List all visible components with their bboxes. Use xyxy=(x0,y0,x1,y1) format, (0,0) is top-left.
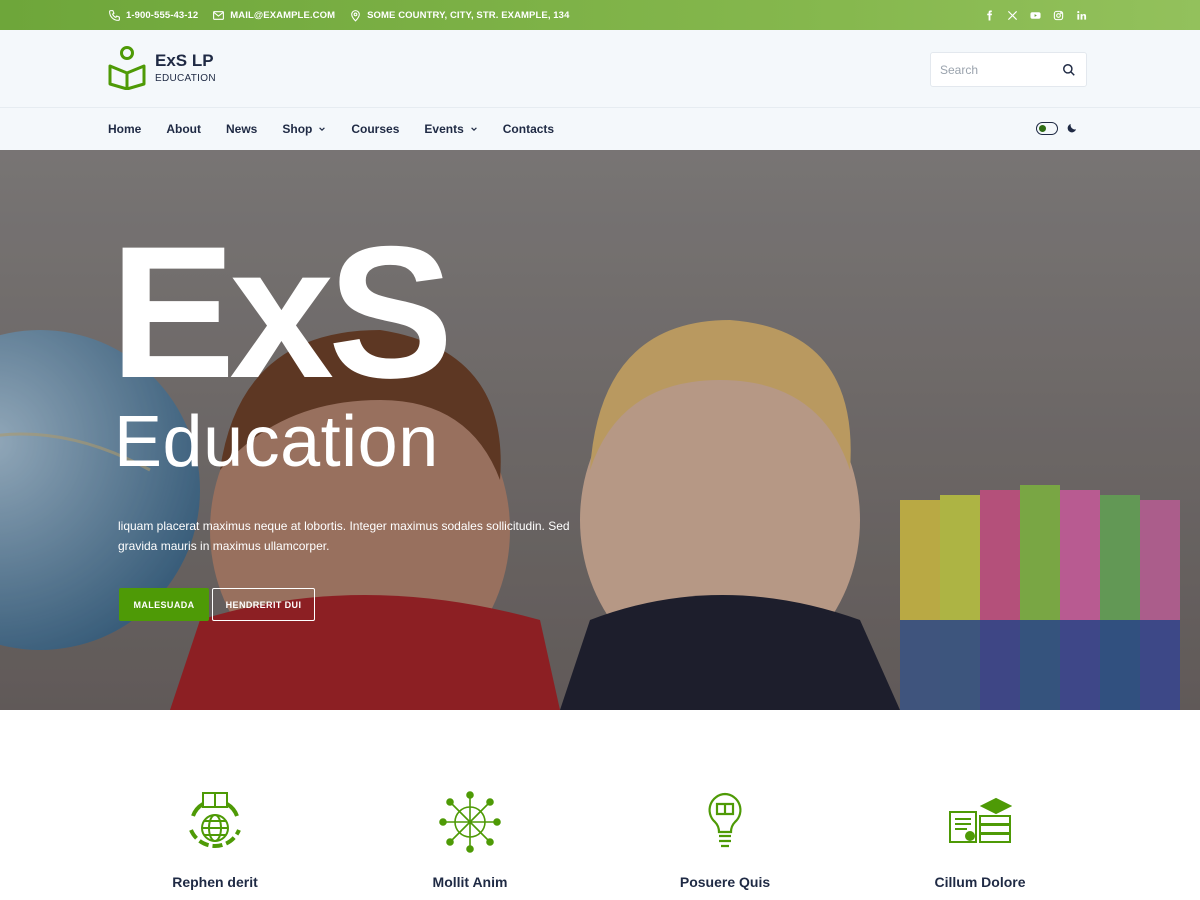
email-link[interactable]: MAIL@EXAMPLE.COM xyxy=(212,9,335,22)
globe-book-icon xyxy=(189,792,241,848)
nav-item-label: News xyxy=(226,122,258,136)
location-pin-icon xyxy=(351,9,360,22)
chevron-down-icon xyxy=(470,127,477,132)
linkedin-icon[interactable] xyxy=(1076,10,1087,21)
hero-title: ExS xyxy=(110,207,453,417)
nav-item-home[interactable]: Home xyxy=(108,122,141,136)
brand-name: ExS LP xyxy=(155,51,214,70)
logo-text: ExS LP EDUCATION xyxy=(155,51,216,85)
nav-item-about[interactable]: About xyxy=(166,122,201,136)
nav-item-label: Contacts xyxy=(502,122,555,136)
instagram-icon[interactable] xyxy=(1053,10,1064,21)
search-icon[interactable] xyxy=(1062,63,1076,77)
lightbulb-book-icon xyxy=(708,792,742,848)
reader-logo-icon xyxy=(108,46,146,90)
nav-item-news[interactable]: News xyxy=(226,122,257,136)
youtube-icon[interactable] xyxy=(1030,10,1041,21)
feature-label: Rephen derit xyxy=(172,874,258,890)
nav-item-contacts[interactable]: Contacts xyxy=(503,122,554,136)
social-links xyxy=(984,0,1087,30)
nav-item-label: Shop xyxy=(282,122,313,136)
nav-item-courses[interactable]: Courses xyxy=(351,122,399,136)
site-logo[interactable]: ExS LP EDUCATION xyxy=(108,46,216,90)
malesuada-button[interactable]: MALESUADA xyxy=(119,588,209,621)
features-section: Rephen derit Mollit Anim Posuere Quis Ci… xyxy=(0,710,1200,900)
network-icon xyxy=(439,791,501,853)
address-link[interactable]: SOME COUNTRY, CITY, STR. EXAMPLE, 134 xyxy=(349,9,569,22)
hendrerit-dui-button[interactable]: HENDRERIT DUI xyxy=(212,588,315,621)
moon-icon[interactable] xyxy=(1066,122,1078,134)
top-bar: 1-900-555-43-12 MAIL@EXAMPLE.COM SOME CO… xyxy=(0,0,1200,30)
feature-item[interactable]: Rephen derit xyxy=(115,790,315,890)
phone-icon xyxy=(109,9,120,21)
search-input[interactable] xyxy=(931,62,1051,77)
hero-description: liquam placerat maximus neque at loborti… xyxy=(118,519,570,553)
nav-item-label: Events xyxy=(424,122,464,136)
site-header: ExS LP EDUCATION xyxy=(0,30,1200,108)
feature-item[interactable]: Posuere Quis xyxy=(625,790,825,890)
brand-tagline: EDUCATION xyxy=(155,73,216,84)
diploma-books-icon xyxy=(949,797,1012,843)
phone-text: 1-900-555-43-12 xyxy=(126,9,199,21)
chevron-down-icon xyxy=(319,127,326,132)
nav-menu: Home About News Shop Courses Events Cont… xyxy=(108,108,554,150)
phone-link[interactable]: 1-900-555-43-12 xyxy=(108,9,198,22)
toggle-knob xyxy=(1039,124,1046,132)
facebook-icon[interactable] xyxy=(984,9,995,21)
main-nav: Home About News Shop Courses Events Cont… xyxy=(0,108,1200,150)
address-text: SOME COUNTRY, CITY, STR. EXAMPLE, 134 xyxy=(367,9,570,21)
nav-item-label: About xyxy=(166,122,201,136)
contact-info: 1-900-555-43-12 MAIL@EXAMPLE.COM SOME CO… xyxy=(108,0,569,30)
mail-icon xyxy=(213,10,225,20)
nav-item-shop[interactable]: Shop xyxy=(282,122,326,136)
feature-label: Cillum Dolore xyxy=(934,874,1026,890)
nav-item-events[interactable]: Events xyxy=(424,122,477,136)
feature-item[interactable]: Mollit Anim xyxy=(370,790,570,890)
hero-banner: ExS Education liquam placerat maximus ne… xyxy=(0,150,1200,710)
feature-item[interactable]: Cillum Dolore xyxy=(880,790,1080,890)
feature-label: Mollit Anim xyxy=(432,874,508,890)
feature-label: Posuere Quis xyxy=(679,874,771,890)
search-box xyxy=(930,52,1087,87)
x-twitter-icon[interactable] xyxy=(1007,10,1018,21)
nav-item-label: Courses xyxy=(351,122,400,136)
email-text: MAIL@EXAMPLE.COM xyxy=(230,9,336,21)
hero-subtitle: Education xyxy=(114,402,439,482)
nav-item-label: Home xyxy=(108,122,142,136)
theme-toggle[interactable] xyxy=(1036,122,1058,135)
